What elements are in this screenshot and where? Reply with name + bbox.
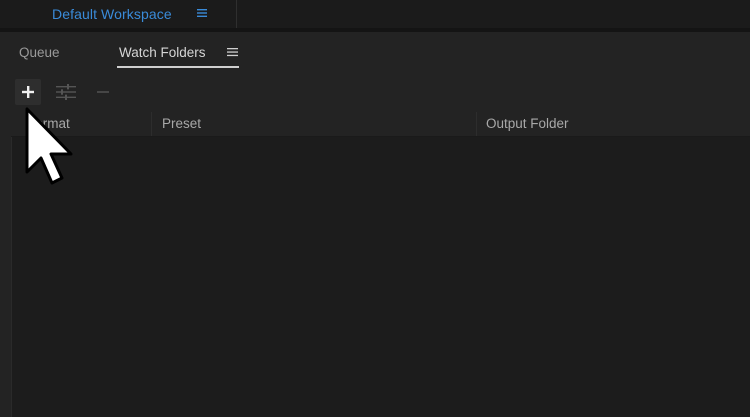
remove-folder-button[interactable] <box>90 79 116 105</box>
column-separator[interactable] <box>151 112 152 136</box>
active-tab-underline <box>117 66 239 68</box>
column-preset[interactable]: Preset <box>162 116 201 131</box>
sliders-icon <box>56 84 76 100</box>
panel-tabs: Queue Watch Folders <box>0 32 750 72</box>
add-folder-button[interactable] <box>15 79 41 105</box>
workspace-label[interactable]: Default Workspace <box>38 6 172 22</box>
plus-icon <box>22 86 34 98</box>
column-header-row: Format Preset Output Folder <box>11 112 750 137</box>
panel-menu-icon[interactable] <box>227 47 238 57</box>
mouse-pointer-icon <box>25 107 73 185</box>
hamburger-menu-icon[interactable] <box>196 7 208 19</box>
watch-folders-toolbar <box>0 76 750 110</box>
minus-icon <box>97 91 109 93</box>
media-encoder-window: Default Workspace Queue Watch Folders Fo… <box>0 0 750 417</box>
column-separator[interactable] <box>476 112 477 136</box>
folder-settings-button[interactable] <box>53 79 79 105</box>
tab-queue[interactable]: Queue <box>19 45 60 60</box>
column-output-folder[interactable]: Output Folder <box>486 116 569 131</box>
watch-folders-list[interactable] <box>11 137 750 417</box>
tab-watch-folders[interactable]: Watch Folders <box>119 45 206 60</box>
workspace-tab[interactable]: Default Workspace <box>38 0 237 28</box>
workspace-bar: Default Workspace <box>0 0 750 28</box>
